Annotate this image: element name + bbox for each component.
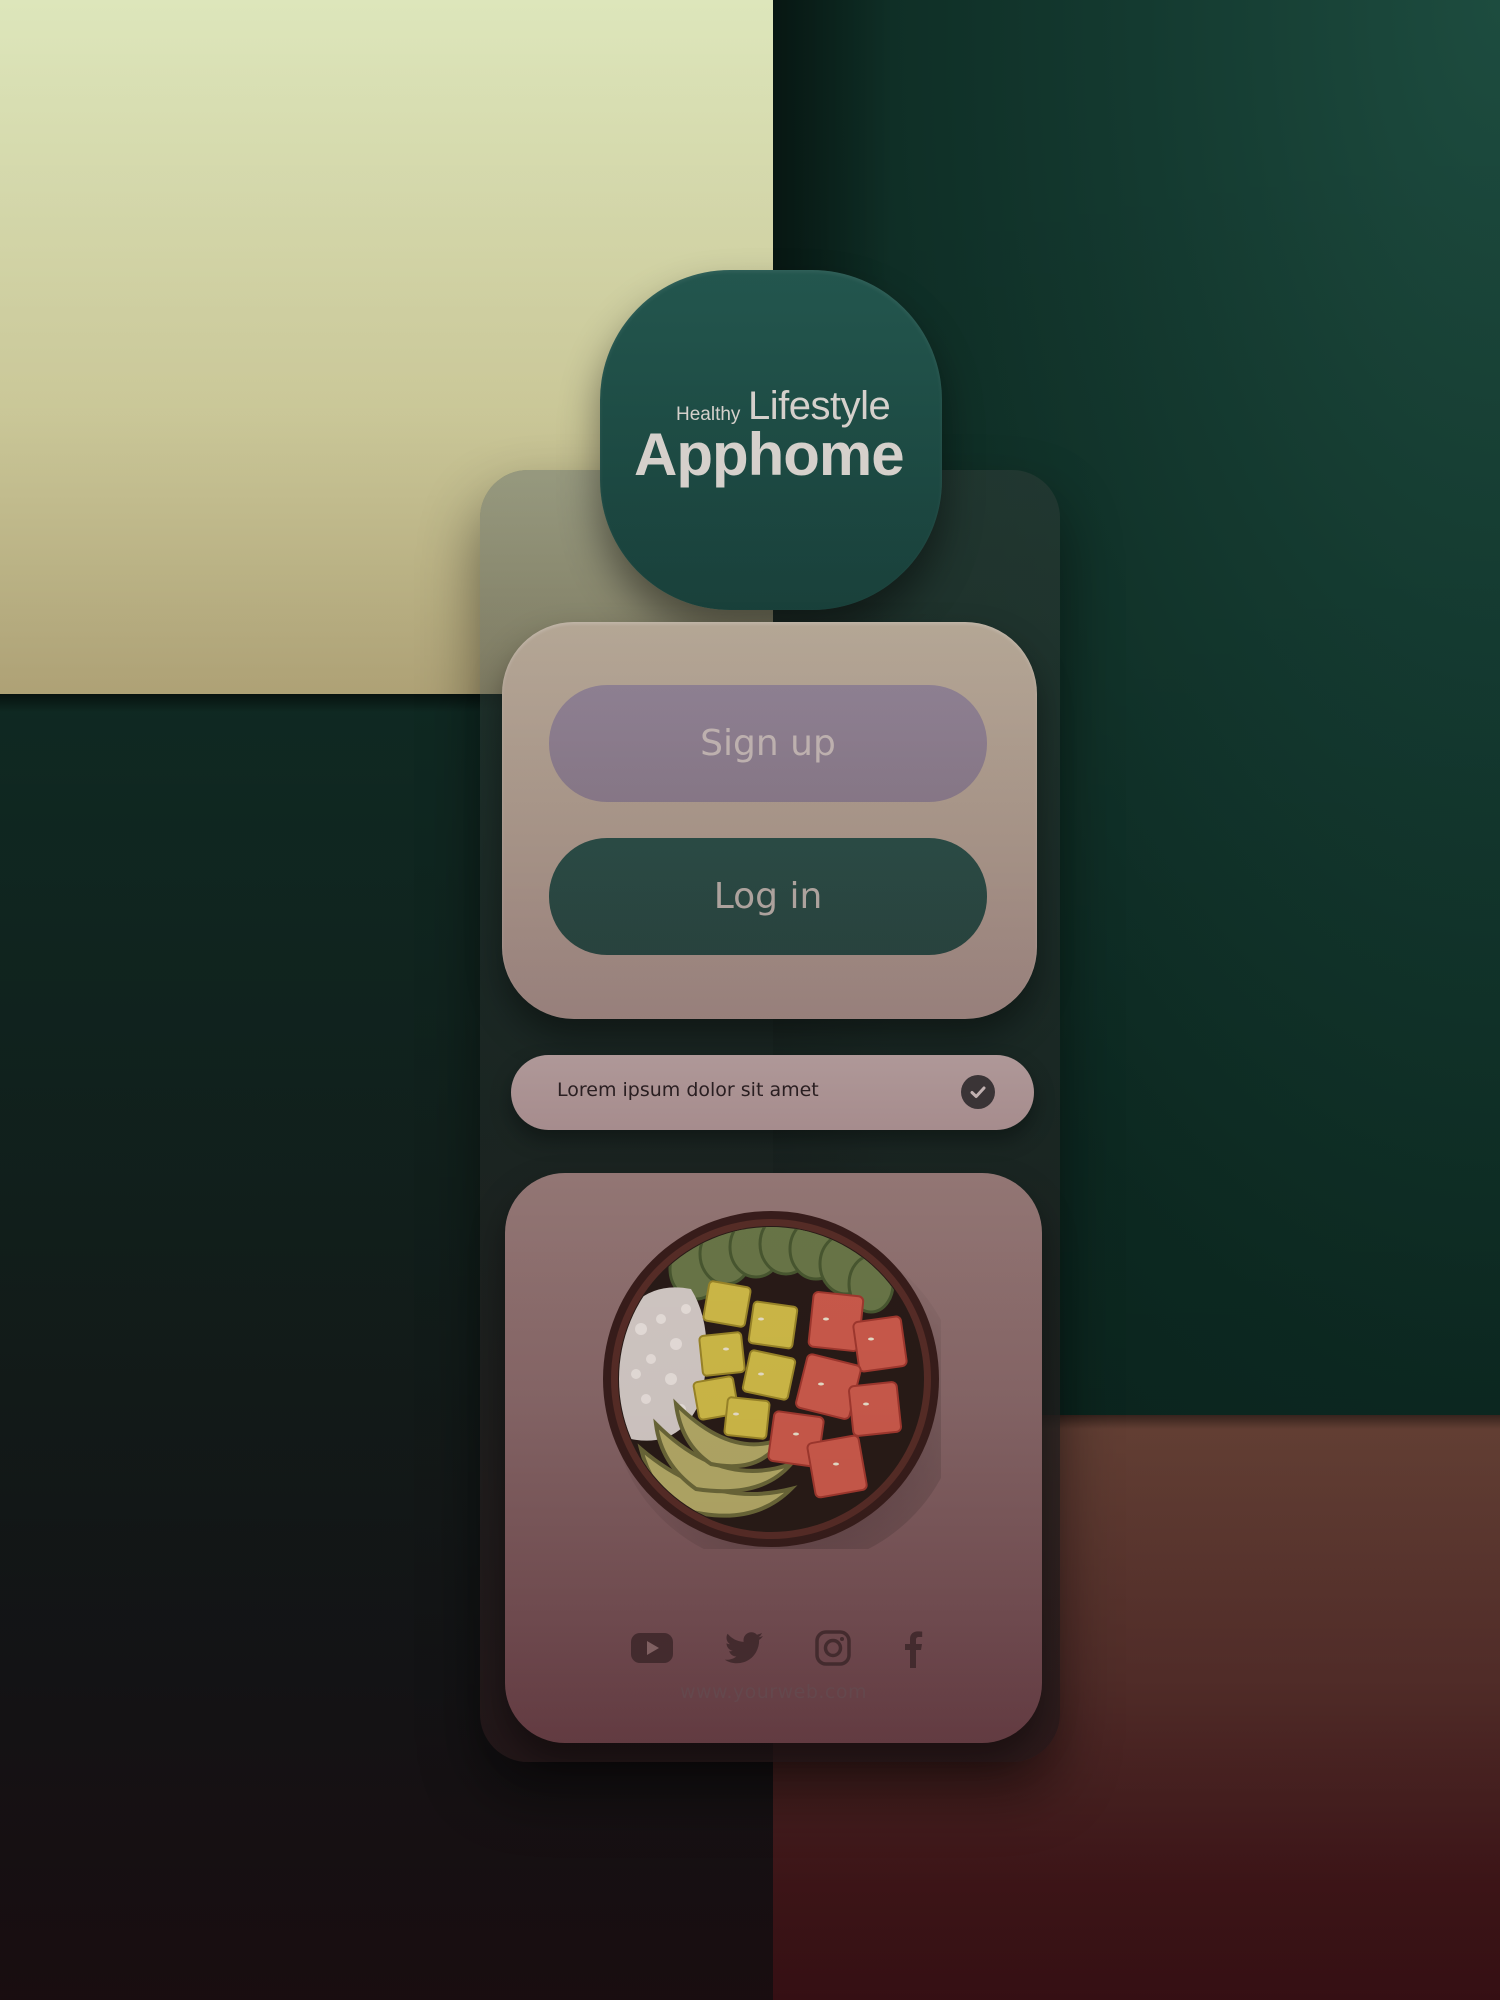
instagram-icon[interactable] bbox=[813, 1628, 853, 1668]
logo-apphome-text: Apphome bbox=[634, 421, 905, 488]
poke-bowl-image bbox=[603, 1211, 941, 1549]
social-links bbox=[505, 1628, 1042, 1672]
facebook-icon[interactable] bbox=[899, 1628, 925, 1668]
food-card: www.yourweb.com bbox=[505, 1173, 1042, 1743]
twitter-icon[interactable] bbox=[723, 1628, 765, 1668]
agreement-text: Lorem ipsum dolor sit amet bbox=[557, 1079, 819, 1101]
agreement-checkbox-row[interactable]: Lorem ipsum dolor sit amet bbox=[511, 1055, 1034, 1130]
app-logo: Healthy Lifestyle Apphome bbox=[600, 270, 942, 610]
auth-card: Sign up Log in bbox=[502, 622, 1037, 1019]
checkmark-icon[interactable] bbox=[961, 1075, 995, 1109]
login-button[interactable]: Log in bbox=[549, 838, 987, 955]
signup-button[interactable]: Sign up bbox=[549, 685, 987, 802]
website-link[interactable]: www.yourweb.com bbox=[505, 1681, 1042, 1703]
youtube-icon[interactable] bbox=[629, 1628, 675, 1668]
